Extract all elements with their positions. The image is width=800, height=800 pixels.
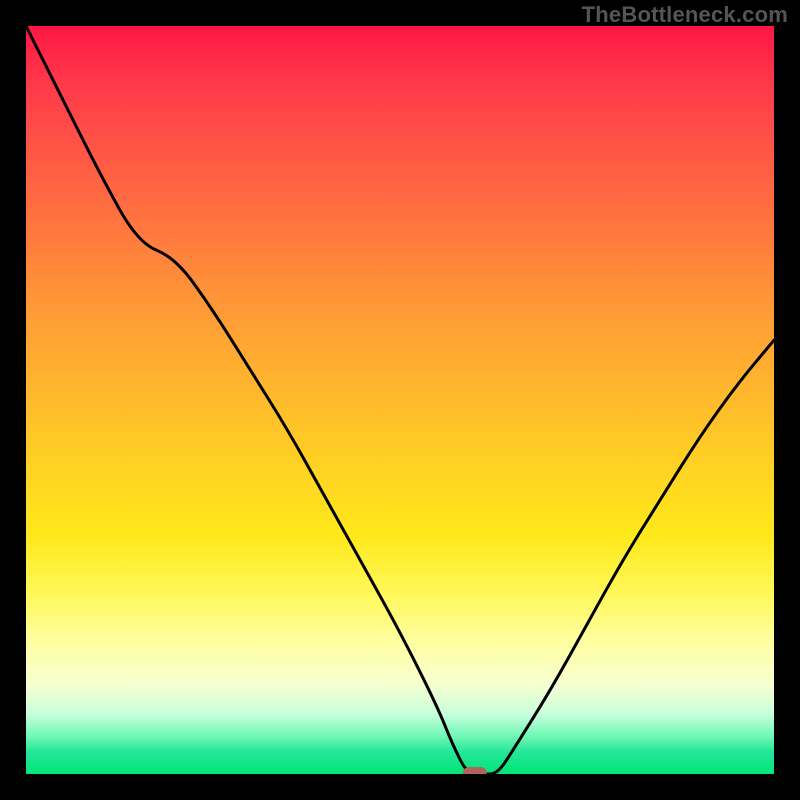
chart-frame: TheBottleneck.com [0, 0, 800, 800]
curve-svg [26, 26, 774, 774]
bottleneck-curve [26, 26, 774, 774]
optimal-point-marker [463, 767, 487, 774]
gradient-plot-area [26, 26, 774, 774]
watermark-text: TheBottleneck.com [582, 2, 788, 28]
